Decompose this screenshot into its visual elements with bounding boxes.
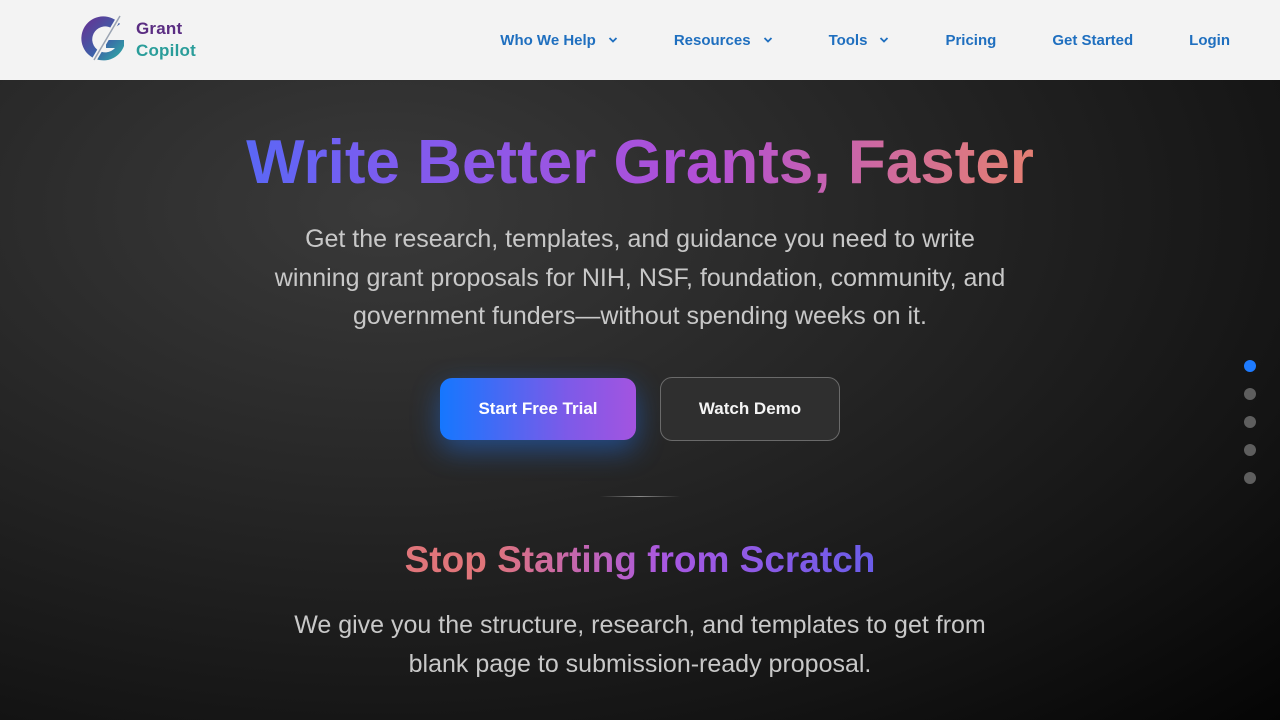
brand-logo[interactable]: Grant Copilot bbox=[80, 14, 196, 66]
pager-dot-3[interactable] bbox=[1244, 416, 1256, 428]
section-title: Stop Starting from Scratch bbox=[0, 538, 1280, 582]
pager-dot-4[interactable] bbox=[1244, 444, 1256, 456]
watch-demo-button[interactable]: Watch Demo bbox=[660, 377, 840, 441]
chevron-down-icon bbox=[880, 37, 889, 43]
pager-dot-2[interactable] bbox=[1244, 388, 1256, 400]
hero-section: Write Better Grants, Faster Get the rese… bbox=[0, 80, 1280, 720]
section-pager bbox=[1244, 360, 1256, 500]
nav-label: Login bbox=[1189, 31, 1230, 49]
nav-label: Who We Help bbox=[500, 31, 596, 49]
nav-label: Tools bbox=[828, 31, 868, 49]
grant-copilot-logo-icon bbox=[81, 14, 124, 62]
chevron-down-icon bbox=[608, 37, 617, 43]
section-text: We give you the structure, research, and… bbox=[294, 611, 986, 678]
hero-headline: Write Better Grants, Faster bbox=[0, 128, 1280, 198]
nav-pricing[interactable]: Pricing bbox=[945, 32, 996, 49]
pager-dot-5[interactable] bbox=[1244, 472, 1256, 484]
main-nav: Who We Help Resources Tools Pricing Get … bbox=[500, 0, 1230, 80]
nav-login[interactable]: Login bbox=[1189, 32, 1230, 49]
brand-name: Grant Copilot bbox=[136, 18, 196, 62]
nav-label: Get Started bbox=[1052, 31, 1134, 49]
nav-tools[interactable]: Tools bbox=[829, 32, 890, 49]
pager-dot-1[interactable] bbox=[1244, 360, 1256, 372]
nav-get-started[interactable]: Get Started bbox=[1052, 32, 1133, 49]
nav-resources[interactable]: Resources bbox=[674, 32, 773, 49]
nav-who-we-help[interactable]: Who We Help bbox=[500, 32, 618, 49]
nav-label: Resources bbox=[673, 31, 751, 49]
nav-label: Pricing bbox=[945, 31, 997, 49]
chevron-down-icon bbox=[763, 37, 772, 43]
top-navbar: Grant Copilot Who We Help Resources Tool… bbox=[0, 0, 1280, 80]
brand-name-line2: Copilot bbox=[136, 41, 196, 60]
section-divider bbox=[600, 496, 680, 497]
brand-name-line1: Grant bbox=[136, 19, 183, 38]
hero-subtext: Get the research, templates, and guidanc… bbox=[274, 225, 1006, 330]
start-free-trial-button[interactable]: Start Free Trial bbox=[440, 378, 636, 440]
